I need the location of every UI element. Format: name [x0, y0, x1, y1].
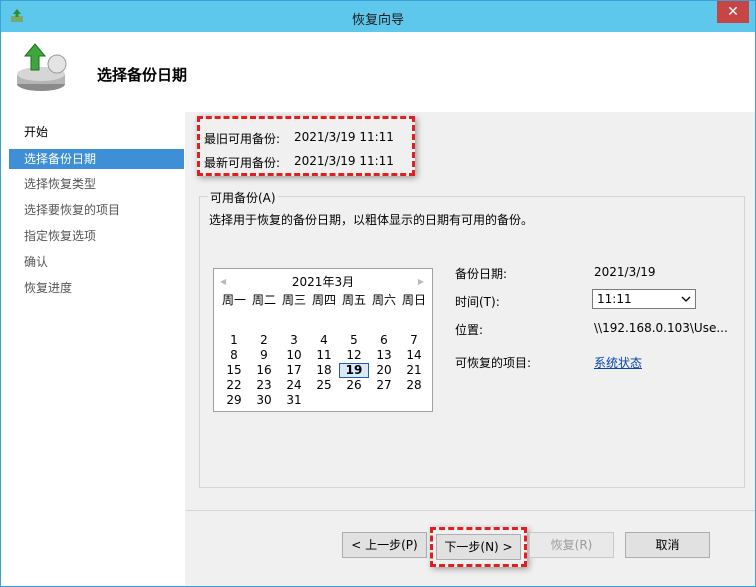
calendar-day[interactable]: 22 [219, 378, 249, 393]
calendar-day[interactable]: 20 [369, 363, 399, 378]
close-button[interactable]: ✕ [717, 1, 749, 23]
backup-info-highlight [197, 116, 415, 176]
location-value: \\192.168.0.103\Use... [594, 321, 728, 335]
calendar-day[interactable]: 4 [309, 333, 339, 348]
calendar-day[interactable]: 7 [399, 333, 429, 348]
calendar-day[interactable]: 17 [279, 363, 309, 378]
cancel-button[interactable]: 取消 [625, 532, 710, 558]
time-select-value: 11:11 [597, 292, 632, 306]
calendar-day [309, 393, 339, 408]
calendar-day[interactable]: 31 [279, 393, 309, 408]
calendar-weekday-row: 周一 周二 周三 周四 周五 周六 周日 [219, 291, 429, 308]
calendar-day[interactable]: 30 [249, 393, 279, 408]
location-label: 位置: [455, 323, 484, 337]
calendar-day [219, 318, 249, 333]
recoverable-items-label: 可恢复的项目: [455, 356, 532, 370]
step-select-items: 选择要恢复的项目 [24, 203, 121, 217]
calendar-day[interactable]: 11 [309, 348, 339, 363]
calendar-weekday: 周日 [401, 293, 426, 307]
calendar-weekday: 周三 [281, 293, 306, 307]
calendar-day[interactable]: 6 [369, 333, 399, 348]
backup-date-label: 备份日期: [455, 267, 508, 281]
calendar-weekday: 周四 [311, 293, 336, 307]
calendar-weekday: 周二 [251, 293, 276, 307]
step-select-backup-date: 选择备份日期 [9, 149, 184, 169]
calendar-day[interactable]: 21 [399, 363, 429, 378]
calendar-day[interactable]: 10 [279, 348, 309, 363]
wizard-header: 选择备份日期 [1, 32, 755, 112]
calendar-day[interactable]: 14 [399, 348, 429, 363]
calendar-day[interactable]: 15 [219, 363, 249, 378]
calendar-day[interactable]: 8 [219, 348, 249, 363]
available-backups-group: 可用备份(A) 选择用于恢复的备份日期，以粗体显示的日期有可用的备份。 ◀ 20… [199, 189, 745, 488]
backup-date-value: 2021/3/19 [594, 265, 656, 279]
step-confirm: 确认 [24, 255, 49, 269]
calendar-day [339, 393, 369, 408]
calendar-day [249, 318, 279, 333]
calendar-month-title[interactable]: 2021年3月 [214, 273, 432, 290]
time-label: 时间(T): [455, 295, 500, 309]
wizard-steps-sidebar: 开始 选择备份日期 选择恢复类型 选择要恢复的项目 指定恢复选项 确认 恢复进度 [1, 112, 185, 586]
close-icon: ✕ [727, 4, 739, 20]
calendar-day-grid: 1 2 3 4 5 6 7 8 9 10 11 12 13 14 15 16 17 18 19 20 21 22 23 24 2… [219, 318, 429, 408]
wizard-content: 最旧可用备份: 2021/3/19 11:11 最新可用备份: 2021/3/1… [186, 112, 755, 586]
step-select-recovery-type: 选择恢复类型 [24, 177, 97, 191]
system-state-link[interactable]: 系统状态 [594, 354, 642, 371]
time-select[interactable]: 11:11 [592, 289, 696, 309]
restore-button[interactable]: 恢复(R) [529, 532, 614, 558]
step-start: 开始 [24, 125, 49, 139]
calendar-day-selected[interactable]: 19 [339, 363, 369, 378]
calendar-weekday: 周一 [221, 293, 246, 307]
calendar-day[interactable]: 23 [249, 378, 279, 393]
page-title: 选择备份日期 [97, 66, 188, 84]
calendar-day[interactable]: 18 [309, 363, 339, 378]
calendar-day [369, 393, 399, 408]
recovery-wizard-window: 恢复向导 ✕ 选择备份日期 开始 选择备份日期 选择恢复类型 选择要恢复的项目 … [0, 0, 756, 587]
calendar-day[interactable]: 24 [279, 378, 309, 393]
window-title: 恢复向导 [351, 13, 404, 28]
next-month-icon[interactable]: ▶ [418, 277, 424, 286]
calendar-day[interactable]: 1 [219, 333, 249, 348]
calendar-day[interactable]: 26 [339, 378, 369, 393]
calendar-weekday: 周六 [371, 293, 396, 307]
available-backups-legend: 可用备份(A) [208, 189, 278, 206]
group-description: 选择用于恢复的备份日期，以粗体显示的日期有可用的备份。 [209, 213, 534, 227]
previous-button[interactable]: < 上一步(P) [342, 532, 427, 558]
step-progress: 恢复进度 [24, 281, 73, 295]
calendar-day[interactable]: 29 [219, 393, 249, 408]
chevron-down-icon [681, 296, 691, 302]
calendar-weekday: 周五 [341, 293, 366, 307]
calendar-day[interactable]: 5 [339, 333, 369, 348]
calendar-day[interactable]: 16 [249, 363, 279, 378]
calendar-day [309, 318, 339, 333]
calendar-day[interactable]: 25 [309, 378, 339, 393]
calendar-day [339, 318, 369, 333]
calendar-day [369, 318, 399, 333]
calendar-day [399, 318, 429, 333]
restore-wizard-icon [17, 43, 67, 91]
step-specify-options: 指定恢复选项 [24, 229, 97, 243]
next-button-highlight [430, 527, 527, 567]
calendar-day[interactable]: 2 [249, 333, 279, 348]
calendar-day[interactable]: 28 [399, 378, 429, 393]
calendar-day [279, 318, 309, 333]
calendar-day[interactable]: 27 [369, 378, 399, 393]
calendar-day[interactable]: 13 [369, 348, 399, 363]
title-bar: 恢复向导 ✕ [1, 1, 755, 32]
calendar-day[interactable]: 12 [339, 348, 369, 363]
footer-divider [186, 510, 755, 511]
backup-calendar[interactable]: ◀ 2021年3月 ▶ 周一 周二 周三 周四 周五 周六 周日 1 2 3 4 5 6 7 8 9 10 11… [213, 268, 433, 412]
calendar-day[interactable]: 3 [279, 333, 309, 348]
calendar-day [399, 393, 429, 408]
calendar-day[interactable]: 9 [249, 348, 279, 363]
